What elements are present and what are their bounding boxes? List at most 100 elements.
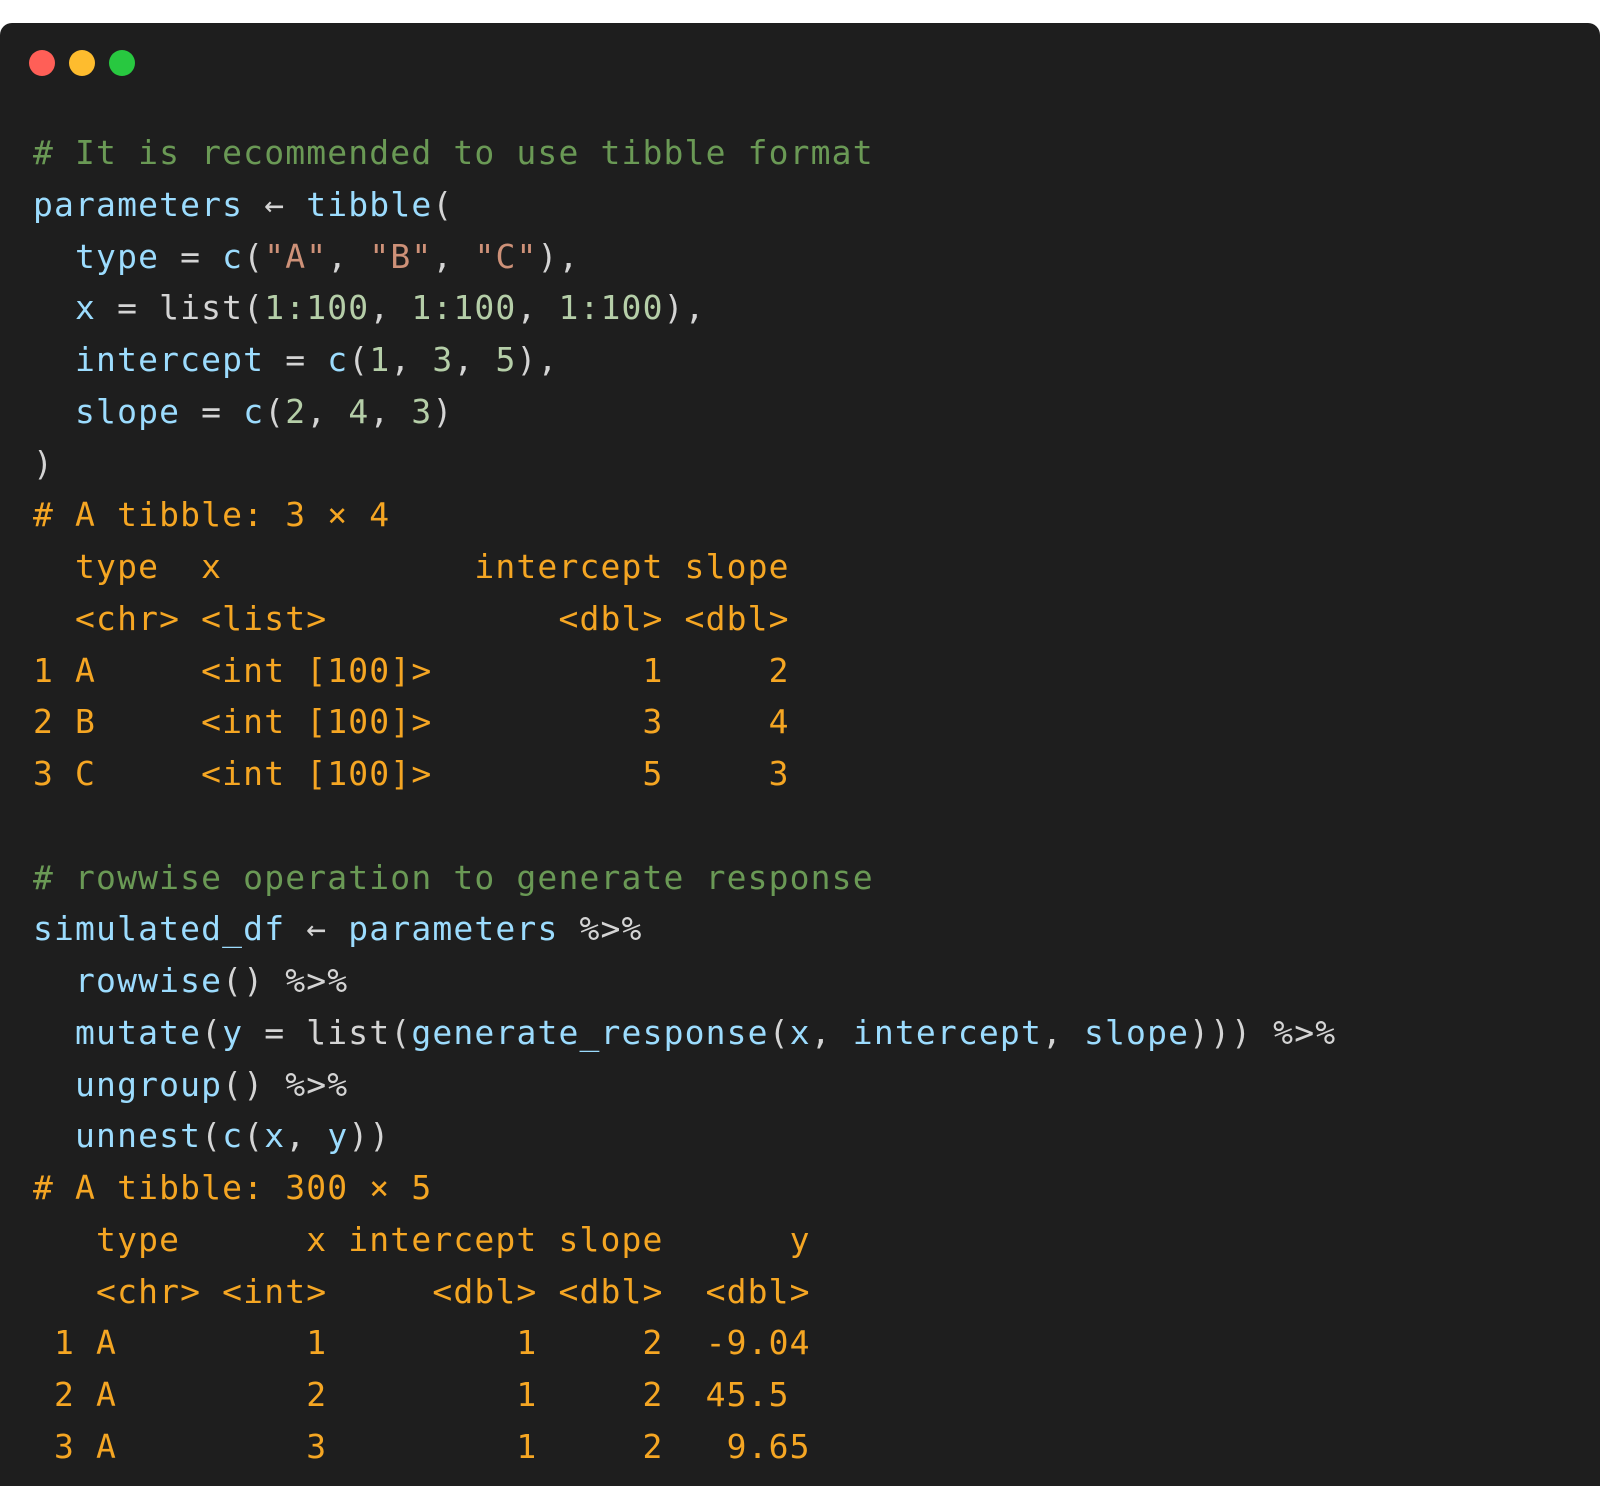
code-token-variable: x (789, 1012, 811, 1052)
code-token-plain: () %>% (222, 1064, 349, 1104)
code-token-plain: , (390, 340, 433, 379)
code-token-plain: ), (537, 236, 580, 276)
code-line: # A tibble: 300 × 5 (33, 1162, 1336, 1214)
code-token-number: 5 (495, 340, 517, 379)
code-token-variable: type (33, 236, 160, 276)
code-token-plain: %>% (558, 909, 643, 949)
code-token-output: 2 B <int [100]> 3 4 (33, 702, 790, 742)
code-token-output: 2 A 2 1 2 45.5 (33, 1375, 790, 1414)
code-token-variable: rowwise (33, 961, 223, 1000)
code-token-variable: c (243, 391, 265, 431)
code-token-variable: intercept (33, 340, 265, 379)
code-line: unnest(c(x, y)) (33, 1110, 1336, 1162)
code-line: # A tibble: 3 × 4 (33, 489, 1336, 541)
code-token-plain: ( (768, 1012, 790, 1052)
code-token-output: <chr> <list> <dbl> <dbl> (33, 598, 790, 638)
code-token-output: 3 C <int [100]> 5 3 (33, 754, 790, 793)
code-token-variable: x (33, 288, 97, 328)
code-token-number: 1:100 (264, 288, 370, 328)
code-line: 2 B <int [100]> 3 4 (33, 696, 1336, 748)
code-token-plain: ← (243, 184, 307, 224)
code-token-output: 1 A <int [100]> 1 2 (33, 650, 790, 690)
code-token-plain: , (369, 391, 412, 431)
code-line: # rowwise operation to generate response (33, 852, 1336, 904)
code-token-plain: = (159, 236, 223, 276)
code-line: 3 A 3 1 2 9.65 (33, 1421, 1336, 1473)
code-line: slope = c(2, 4, 3) (33, 386, 1336, 438)
code-token-number: 4 (348, 391, 370, 431)
code-token-output: # A tibble: 300 × 5 (33, 1168, 433, 1207)
code-line: ungroup() %>% (33, 1059, 1336, 1111)
code-token-plain: ( (201, 1116, 223, 1156)
code-token-plain: ))) %>% (1189, 1012, 1337, 1052)
code-token-variable: mutate (33, 1012, 202, 1052)
code-token-plain: ), (516, 340, 559, 379)
code-token-plain: ( (432, 184, 454, 224)
code-token-plain: , (516, 288, 559, 328)
code-token-variable: c (222, 1116, 244, 1156)
code-line: rowwise() %>% (33, 955, 1336, 1007)
code-token-variable: slope (1084, 1012, 1190, 1052)
close-window-button[interactable] (29, 50, 55, 76)
code-token-variable: unnest (33, 1116, 202, 1156)
code-line: intercept = c(1, 3, 5), (33, 334, 1336, 386)
code-token-variable: parameters (348, 909, 559, 949)
code-token-plain: ( (243, 1116, 265, 1156)
code-token-plain: , (327, 236, 370, 276)
code-token-output: 1 A 1 1 2 -9.04 (33, 1323, 811, 1363)
code-token-plain: , (432, 236, 475, 276)
code-token-number: 2 (285, 391, 307, 431)
code-line: <chr> <int> <dbl> <dbl> <dbl> (33, 1266, 1336, 1318)
code-token-output: 3 A 3 1 2 9.65 (33, 1426, 811, 1466)
minimize-window-button[interactable] (69, 50, 95, 76)
code-token-plain: ) (33, 443, 55, 483)
code-line: 2 A 2 1 2 45.5 (33, 1369, 1336, 1421)
code-token-string: "C" (474, 236, 538, 276)
code-line: mutate(y = list(generate_response(x, int… (33, 1007, 1336, 1059)
code-token-plain: ( (201, 1012, 223, 1052)
code-line: x = list(1:100, 1:100, 1:100), (33, 282, 1336, 334)
code-token-plain: = list( (243, 1012, 412, 1052)
code-token-output: # A tibble: 3 × 4 (33, 495, 391, 535)
code-token-comment: # rowwise operation to generate response (33, 857, 874, 897)
code-token-variable: c (327, 340, 349, 379)
code-token-variable: y (327, 1116, 349, 1156)
code-line: # It is recommended to use tibble format (33, 127, 1336, 179)
code-token-plain: ( (264, 391, 286, 431)
code-line: 1 A <int [100]> 1 2 (33, 645, 1336, 697)
code-line: parameters ← tibble( (33, 179, 1336, 231)
code-token-variable: x (264, 1116, 286, 1156)
code-line: 1 A 1 1 2 -9.04 (33, 1317, 1336, 1369)
code-token-output: <chr> <int> <dbl> <dbl> <dbl> (33, 1271, 811, 1311)
code-token-plain: = list( (96, 288, 265, 328)
code-token-output: type x intercept slope (33, 547, 790, 586)
code-token-plain: , (369, 288, 412, 328)
zoom-window-button[interactable] (109, 50, 135, 76)
code-line: type = c("A", "B", "C"), (33, 231, 1336, 283)
code-token-plain: , (1041, 1012, 1085, 1052)
code-token-plain: , (810, 1012, 853, 1052)
code-token-plain: ( (243, 236, 265, 276)
code-token-number: 3 (411, 391, 433, 431)
code-token-plain: ), (663, 288, 706, 328)
code-line: type x intercept slope y (33, 1214, 1336, 1266)
code-token-output: type x intercept slope y (33, 1219, 811, 1259)
code-line: ) (33, 438, 1336, 490)
code-token-number: 1:100 (411, 288, 517, 328)
code-token-variable: c (222, 236, 244, 276)
code-token-plain: , (453, 340, 496, 379)
code-token-plain: ← (285, 909, 349, 949)
code-token-number: 1:100 (558, 288, 664, 328)
code-token-plain: = (264, 340, 328, 379)
code-block: # It is recommended to use tibble format… (33, 127, 1336, 1473)
code-token-variable: generate_response (411, 1012, 769, 1052)
code-token-number: 1 (369, 340, 391, 379)
code-line: simulated_df ← parameters %>% (33, 903, 1336, 955)
code-token-variable: ungroup (33, 1064, 223, 1104)
code-token-plain: () %>% (222, 961, 349, 1000)
code-token-variable: y (222, 1012, 244, 1052)
code-token-plain: = (180, 391, 244, 431)
code-token-variable: slope (33, 391, 181, 431)
code-line: 3 C <int [100]> 5 3 (33, 748, 1336, 800)
